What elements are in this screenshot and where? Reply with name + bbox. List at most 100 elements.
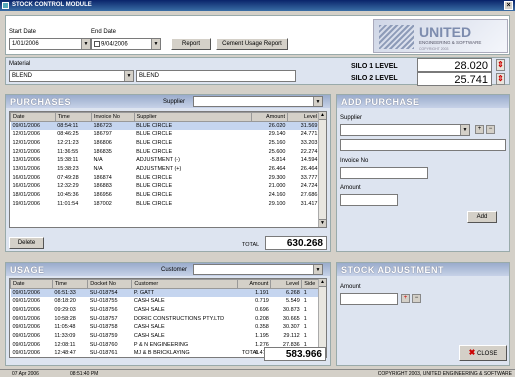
table-row[interactable]: 19/01/2006 11:01:54 187002 BLUE CIRCLE 29.10… xyxy=(11,199,320,208)
table-row[interactable]: 12/01/2006 11:36:55 186835 BLUE CIRCLE 25.60… xyxy=(11,147,320,156)
invoice-no-input[interactable] xyxy=(340,167,428,179)
table-cell: 26.020 xyxy=(251,121,288,130)
table-cell: 30.665 xyxy=(282,315,300,322)
col-side[interactable]: Side xyxy=(301,279,320,289)
table-row[interactable]: 16/01/2006 12:32:29 186883 BLUE CIRCLE 21.00… xyxy=(11,182,320,191)
table-cell: 5.549 xyxy=(285,298,300,305)
col-date[interactable]: Date xyxy=(10,279,53,289)
col-time[interactable]: Time xyxy=(51,279,89,289)
purchases-scrollbar[interactable]: ▲ ▼ xyxy=(318,112,326,227)
table-row[interactable]: 16/01/2006 07:49:28 186874 BLUE CIRCLE 29.30… xyxy=(11,173,320,182)
table-row[interactable]: 12/01/2006 08:46:25 186797 BLUE CIRCLE 29.14… xyxy=(11,130,320,139)
chevron-down-icon[interactable]: ▼ xyxy=(313,265,322,274)
close-icon: ✖ xyxy=(468,348,476,357)
material-select[interactable]: BLEND ▼ xyxy=(9,70,134,82)
purchases-supplier-filter[interactable]: ▼ xyxy=(193,96,323,107)
chevron-down-icon[interactable]: ▼ xyxy=(124,71,133,81)
col-level[interactable]: Level xyxy=(270,279,303,289)
table-row[interactable]: 09/01/2006 08:18:20 SU-018755 CASH SALE 0.71… xyxy=(11,297,320,306)
window-close-button[interactable]: × xyxy=(504,1,513,10)
col-level[interactable]: Level xyxy=(287,112,320,122)
col-supplier[interactable]: Supplier xyxy=(133,112,252,122)
close-button[interactable]: ✖ CLOSE xyxy=(459,345,507,361)
adjust-plus-button[interactable]: + xyxy=(401,294,410,303)
usage-total-label: TOTAL xyxy=(242,350,260,356)
table-row[interactable]: 12/01/2006 12:21:23 186806 BLUE CIRCLE 25.16… xyxy=(11,139,320,148)
table-cell: 27.686 xyxy=(300,192,318,199)
status-date: 07 Apr 2006 xyxy=(12,371,39,377)
chevron-down-icon[interactable]: ▼ xyxy=(151,39,160,49)
table-row[interactable]: 09/01/2006 11:05:48 SU-018758 CASH SALE 0.35… xyxy=(11,323,320,332)
table-cell: 26.464 xyxy=(300,165,318,172)
col-invoice[interactable]: Invoice No xyxy=(90,112,135,122)
checkbox-icon[interactable] xyxy=(94,41,100,47)
col-amount[interactable]: Amount xyxy=(237,279,272,289)
silo1-arrow-button[interactable]: ⇕ xyxy=(496,59,505,71)
table-cell: 09/01/2006 xyxy=(12,341,41,348)
add-purchase-button[interactable]: Add xyxy=(467,211,497,223)
table-row[interactable]: 18/01/2006 10:45:36 186956 BLUE CIRCLE 24.16… xyxy=(11,191,320,200)
table-cell: -5.814 xyxy=(269,157,286,164)
table-row[interactable]: 09/01/2006 11:33:09 SU-018759 CASH SALE 1.19… xyxy=(11,332,320,341)
col-docket[interactable]: Docket No xyxy=(87,279,133,289)
material-panel: Material BLEND ▼ BLEND SILO 1 LEVEL 28.0… xyxy=(5,57,510,86)
silo2-label: SILO 2 LEVEL xyxy=(351,75,398,82)
status-bar: 07 Apr 2006 08:51:40 PM COPYRIGHT 2003, … xyxy=(0,369,515,377)
stock-adjustment-panel: STOCK ADJUSTMENT Amount + − ✖ CLOSE xyxy=(336,262,510,366)
table-row[interactable]: 09/01/2006 06:51:33 SU-018754 P. GATT 1.191 6… xyxy=(10,288,320,297)
table-row[interactable]: 09/01/2006 08:54:11 186723 BLUE CIRCLE 26.02… xyxy=(10,121,320,130)
report-button[interactable]: Report xyxy=(171,38,211,50)
adjust-minus-button[interactable]: − xyxy=(412,294,421,303)
supplier-name-field[interactable] xyxy=(340,139,506,151)
col-amount[interactable]: Amount xyxy=(250,112,289,122)
purchases-total-value: 630.268 xyxy=(265,236,327,250)
purchases-table[interactable]: Date Time Invoice No Supplier Amount Lev… xyxy=(9,111,327,228)
table-cell: 0.358 xyxy=(255,324,269,331)
table-cell: 186723 xyxy=(91,121,135,130)
remove-supplier-button[interactable]: − xyxy=(486,125,495,134)
add-purchase-panel: ADD PURCHASE Supplier ▼ + − Invoice No A… xyxy=(336,94,510,252)
add-supplier-button[interactable]: + xyxy=(475,125,484,134)
silo2-arrow-button[interactable]: ⇕ xyxy=(496,73,505,85)
scroll-up-arrow[interactable]: ▲ xyxy=(319,279,326,287)
table-cell: 08:46:25 xyxy=(57,131,79,138)
table-cell: CASH SALE xyxy=(133,298,165,305)
usage-customer-filter[interactable]: ▼ xyxy=(193,264,323,275)
table-row[interactable]: 13/01/2006 15:38:23 N/A ADJUSTMENT (+) 26.46… xyxy=(11,165,320,174)
table-row[interactable]: 13/01/2006 15:38:11 N/A ADJUSTMENT (-) -5.81… xyxy=(11,156,320,165)
chevron-down-icon[interactable]: ▼ xyxy=(460,125,469,135)
add-supplier-select[interactable]: ▼ xyxy=(340,124,470,136)
table-cell: 1 xyxy=(303,324,307,331)
add-amount-input[interactable] xyxy=(340,194,398,206)
col-date[interactable]: Date xyxy=(10,112,56,122)
end-date-picker[interactable]: 9/04/2006 ▼ xyxy=(91,38,161,50)
scroll-up-arrow[interactable]: ▲ xyxy=(319,112,326,120)
chevron-down-icon[interactable]: ▼ xyxy=(313,97,322,106)
table-cell: 13/01/2006 xyxy=(12,165,41,172)
scroll-down-arrow[interactable]: ▼ xyxy=(319,219,326,227)
col-time[interactable]: Time xyxy=(54,112,92,122)
table-cell: 1 xyxy=(303,298,307,305)
table-cell: BLUE CIRCLE xyxy=(136,139,173,146)
table-row[interactable]: 09/01/2006 09:29:03 SU-018756 CASH SALE 0.69… xyxy=(11,306,320,315)
table-cell: SU-018760 xyxy=(89,341,118,348)
usage-total-value: 583.966 xyxy=(264,347,326,361)
col-customer[interactable]: Customer xyxy=(131,279,239,289)
material-description-field[interactable]: BLEND xyxy=(136,70,296,82)
purchases-total-label: TOTAL xyxy=(242,242,260,248)
table-cell: 29.100 xyxy=(268,200,286,207)
chevron-down-icon[interactable]: ▼ xyxy=(81,39,90,49)
table-cell: 14.594 xyxy=(300,157,318,164)
start-date-picker[interactable]: 1/01/2006 ▼ xyxy=(9,38,91,50)
table-cell: BLUE CIRCLE xyxy=(136,131,173,138)
add-supplier-label: Supplier xyxy=(340,115,363,121)
logo-name: UNITED xyxy=(419,24,472,40)
delete-purchase-button[interactable]: Delete xyxy=(9,237,44,249)
cement-usage-report-button[interactable]: Cement Usage Report xyxy=(216,38,288,50)
usage-table[interactable]: Date Time Docket No Customer Amount Leve… xyxy=(9,278,327,358)
table-cell: 29.140 xyxy=(268,131,286,138)
usage-scrollbar[interactable]: ▲ ▼ xyxy=(318,279,326,357)
adjust-amount-input[interactable] xyxy=(340,293,398,305)
table-cell: 16/01/2006 xyxy=(12,174,41,181)
table-row[interactable]: 09/01/2006 10:58:28 SU-018757 DORIC CONSTRU… xyxy=(11,314,320,323)
